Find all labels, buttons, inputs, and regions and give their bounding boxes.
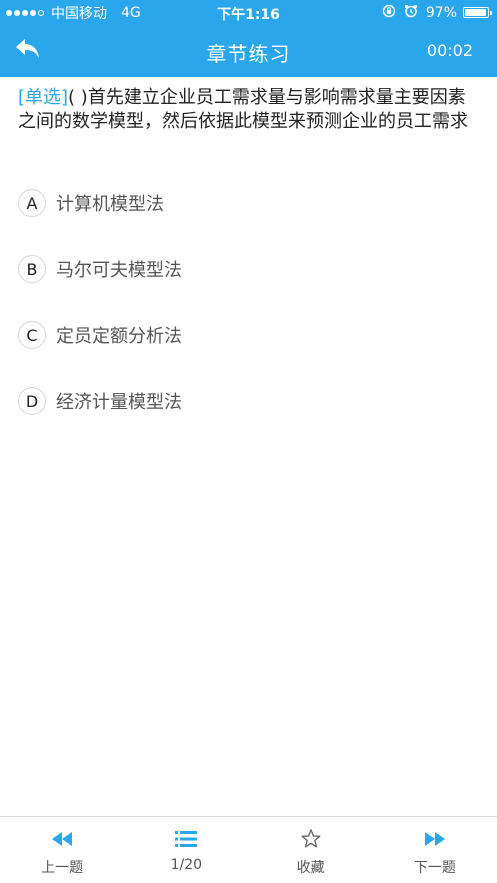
option-d[interactable]: D 经济计量模型法 [18, 384, 478, 418]
option-text: 马尔可夫模型法 [56, 260, 182, 281]
page-title: 章节练习 [206, 42, 291, 66]
option-a[interactable]: A 计算机模型法 [18, 186, 478, 220]
option-letter: B [18, 255, 46, 283]
option-text: 定员定额分析法 [56, 326, 182, 347]
status-bar: 中国移动 4G 下午1:16 97% [0, 0, 497, 25]
next-question-label: 下一题 [413, 860, 456, 876]
question-type-label: [单选] [18, 87, 69, 108]
status-bar-right: 97% [382, 4, 492, 22]
question-progress: 1/20 [170, 857, 203, 873]
option-text: 计算机模型法 [56, 194, 164, 215]
back-arrow-icon [16, 39, 39, 58]
question-text: ( )首先建立企业员工需求量与影响需求量主要因素之间的数学模型，然后依据此模型来… [18, 87, 468, 132]
alarm-icon [404, 4, 418, 22]
question-stem: [单选]( )首先建立企业员工需求量与影响需求量主要因素之间的数学模型，然后依据… [18, 86, 482, 134]
battery-icon [463, 7, 492, 18]
timer: 00:02 [426, 41, 473, 60]
prev-question-button[interactable]: 上一题 [0, 817, 124, 883]
orientation-lock-icon [382, 4, 396, 22]
option-text: 经济计量模型法 [56, 392, 182, 413]
question-list-button[interactable]: 1/20 [124, 817, 248, 883]
option-letter: D [18, 387, 46, 415]
nav-bar: 章节练习 00:02 [0, 25, 497, 77]
battery-percent: 97% [425, 4, 457, 21]
list-icon [175, 831, 198, 847]
rewind-icon [52, 832, 73, 846]
bottom-toolbar: 上一题 1/20 收藏 下一题 [0, 816, 497, 883]
back-button[interactable] [14, 34, 58, 68]
favorite-button[interactable]: 收藏 [249, 817, 373, 883]
options-list: A 计算机模型法 B 马尔可夫模型法 C 定员定额分析法 D 经济计量模型法 [18, 186, 478, 450]
next-question-button[interactable]: 下一题 [373, 817, 497, 883]
option-b[interactable]: B 马尔可夫模型法 [18, 252, 478, 286]
favorite-label: 收藏 [296, 860, 325, 876]
star-icon [301, 829, 321, 848]
fast-forward-icon [424, 832, 445, 846]
option-letter: A [18, 189, 46, 217]
option-letter: C [18, 321, 46, 349]
option-c[interactable]: C 定员定额分析法 [18, 318, 478, 352]
prev-question-label: 上一题 [41, 860, 84, 876]
